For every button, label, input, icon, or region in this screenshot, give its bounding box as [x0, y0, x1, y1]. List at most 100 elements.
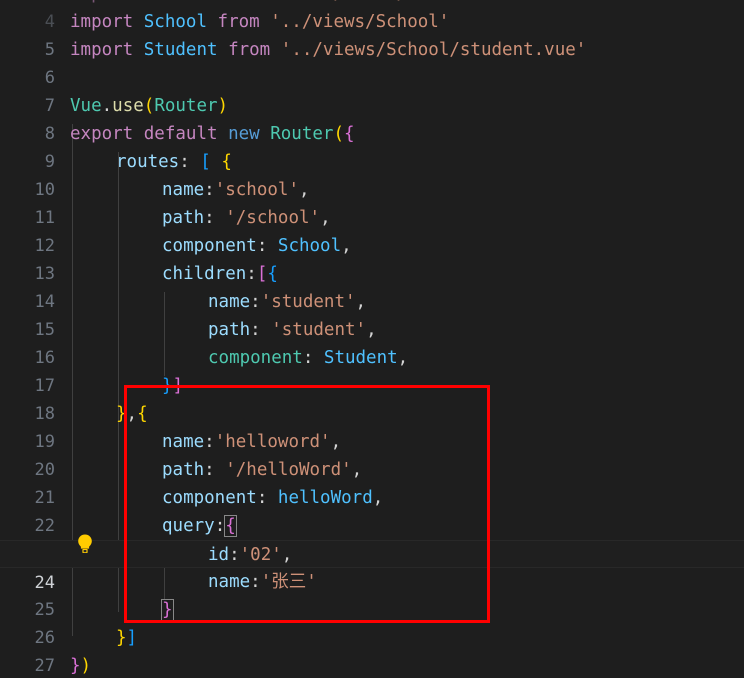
token-string-value: '/school' — [225, 208, 321, 228]
token-keyword-from: from — [217, 12, 260, 32]
token-key-component: component — [162, 488, 257, 508]
token-string-value: '/helloWord' — [225, 460, 352, 480]
token-colon: : — [302, 348, 324, 368]
token-brace-open: { — [221, 152, 232, 172]
line-content: } — [161, 596, 174, 624]
line-content: import Student from '../views/School/stu… — [70, 36, 586, 64]
code-line-6[interactable]: 6 import Student from '../views/School/s… — [0, 36, 744, 88]
code-line-26[interactable]: 26 } — [0, 596, 744, 648]
token-arg-router: Router — [154, 96, 218, 116]
line-content: path: '/helloWord', — [162, 456, 362, 484]
token-bracket-close: ] — [126, 628, 138, 648]
code-line-16[interactable]: 16 path: 'student', — [0, 316, 744, 368]
line-content: name:'张三' — [208, 568, 317, 596]
token-paren-open: ( — [333, 124, 344, 144]
line-content: }] — [162, 372, 183, 400]
code-line-8[interactable]: 8 Vue.use(Router) — [0, 92, 744, 144]
token-method-use: use — [112, 96, 144, 116]
line-content: name:'school', — [162, 176, 310, 204]
token-paren-close: ) — [80, 656, 92, 676]
line-content: id:'02', — [208, 541, 292, 569]
code-line-21[interactable]: 21 path: '/helloWord', — [0, 456, 744, 508]
token-object-vue: Vue — [70, 96, 102, 116]
line-content: },{ — [116, 400, 148, 428]
token-paren-open: ( — [143, 96, 155, 116]
line-content: name:'helloword', — [162, 428, 341, 456]
token-key-query: query — [162, 516, 215, 536]
token-colon: : — [256, 236, 278, 256]
code-line-27[interactable]: 27 }] — [0, 624, 744, 676]
token-component-ref: School — [277, 236, 342, 256]
code-line-10[interactable]: 10 routes: [ { — [0, 148, 744, 200]
token-keyword-from: from — [249, 0, 291, 4]
token-key-path: path — [208, 320, 251, 340]
code-line-4[interactable]: 4 import helloWord from '../views/helloW… — [0, 0, 744, 32]
token-brace-open-matched: { — [224, 515, 237, 537]
token-key-name: name — [208, 292, 251, 312]
code-line-11[interactable]: 11 name:'school', — [0, 176, 744, 228]
line-content: query:{ — [162, 512, 237, 540]
token-comma: , — [126, 404, 138, 424]
code-line-20[interactable]: 20 name:'helloword', — [0, 428, 744, 480]
code-editor[interactable]: 4 import helloWord from '../views/helloW… — [0, 0, 744, 678]
line-content: export default new Router({ — [70, 120, 355, 148]
line-content: children:[{ — [162, 260, 278, 288]
token-colon: : — [204, 208, 226, 228]
token-import-binding: Student — [143, 40, 218, 60]
code-line-24[interactable]: 24 id:'02', — [0, 540, 744, 593]
token-brace-close: } — [116, 404, 127, 424]
line-content: path: 'student', — [208, 316, 377, 344]
code-line-12[interactable]: 12 path: '/school', — [0, 204, 744, 256]
token-colon: : — [204, 180, 215, 200]
code-line-19[interactable]: 19 },{ — [0, 400, 744, 452]
token-key-component: component — [208, 348, 303, 368]
token-bracket-close: ] — [172, 376, 184, 396]
token-comma: , — [366, 320, 377, 340]
token-comma: , — [351, 460, 363, 480]
code-line-9[interactable]: 9 export default new Router({ — [0, 120, 744, 172]
token-brace-close: } — [70, 656, 81, 676]
token-import-binding: helloWord — [144, 0, 239, 4]
token-colon: : — [246, 264, 257, 284]
token-colon: : — [250, 572, 261, 592]
token-comma: , — [330, 432, 342, 452]
token-key-id: id — [208, 545, 230, 565]
token-brace-close: } — [162, 376, 173, 396]
code-line-5[interactable]: 5 import School from '../views/School' — [0, 8, 744, 60]
code-line-22[interactable]: 22 component: helloWord, — [0, 484, 744, 536]
code-line-14[interactable]: 14 children:[{ — [0, 260, 744, 312]
token-comma: , — [397, 348, 409, 368]
code-line-18[interactable]: 18 }] — [0, 372, 744, 424]
token-bracket-open: [ — [200, 152, 211, 172]
code-line-28[interactable]: 28 }) — [0, 652, 744, 678]
lightbulb-icon[interactable] — [74, 532, 96, 556]
code-line-17[interactable]: 17 component: Student, — [0, 344, 744, 396]
line-content: name:'student', — [208, 288, 366, 316]
line-content: routes: [ { — [116, 148, 232, 176]
token-string-value: '02' — [239, 545, 282, 565]
code-line-25[interactable]: 25 name:'张三' — [0, 568, 744, 620]
code-line-7[interactable]: 7 — [0, 64, 744, 116]
token-keyword-new: new — [228, 124, 260, 144]
code-line-13[interactable]: 13 component: School, — [0, 232, 744, 284]
token-string-value: 'student' — [260, 292, 356, 312]
token-class-router: Router — [270, 124, 334, 144]
token-comma: , — [341, 236, 352, 256]
line-content: Vue.use(Router) — [70, 92, 228, 120]
token-keyword-import: import — [70, 40, 134, 60]
line-content: component: School, — [162, 232, 352, 260]
token-string-path: '../views/School/student.vue' — [280, 40, 587, 60]
code-line-23[interactable]: 23 query:{ — [0, 512, 744, 564]
token-key-name: name — [162, 180, 205, 200]
token-string-value-cjk: '张三' — [260, 572, 317, 592]
token-keyword-import: import — [70, 0, 133, 4]
token-comma: , — [372, 488, 384, 508]
token-key-name: name — [162, 432, 205, 452]
code-line-15[interactable]: 15 name:'student', — [0, 288, 744, 340]
